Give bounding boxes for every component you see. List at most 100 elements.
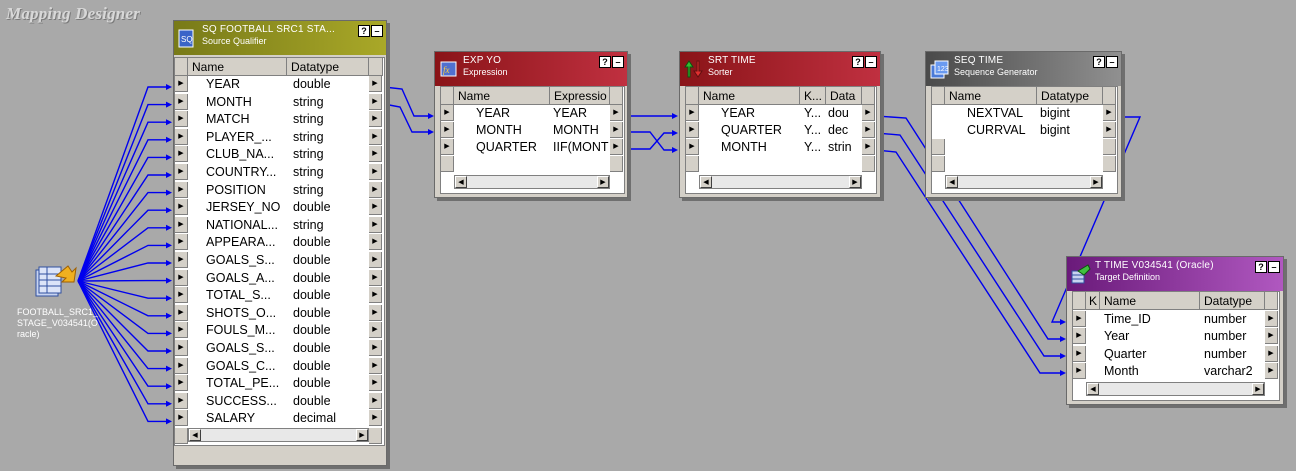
sq-port-row[interactable]: ▶ MATCH string ▶: [175, 111, 383, 128]
output-port-arrow-icon[interactable]: ▶: [1265, 311, 1278, 327]
input-port-arrow-icon[interactable]: ▶: [441, 122, 454, 138]
input-port-arrow-icon[interactable]: ▶: [175, 375, 188, 392]
sq-port-row[interactable]: ▶ GOALS_S... double ▶: [175, 340, 383, 357]
output-port-arrow-icon[interactable]: ▶: [369, 322, 382, 339]
output-port-arrow-icon[interactable]: ▶: [369, 216, 382, 233]
tgt-port-row[interactable]: ▶ Quarter number ▶: [1073, 345, 1278, 363]
input-port-arrow-icon[interactable]: ▶: [175, 304, 188, 321]
seq-col-name[interactable]: Name: [945, 87, 1037, 105]
input-port-arrow-icon[interactable]: ▶: [1073, 345, 1086, 362]
sq-port-row[interactable]: ▶ PLAYER_... string ▶: [175, 128, 383, 146]
sq-port-row[interactable]: ▶ SUCCESS... double ▶: [175, 392, 383, 410]
sorter-transformation[interactable]: SRT TIME Sorter ? – Name K... Data ▶ YEAR Y…: [679, 51, 881, 198]
output-port-arrow-icon[interactable]: ▶: [369, 340, 382, 356]
input-port-arrow-icon[interactable]: ▶: [175, 181, 188, 198]
seq-header[interactable]: 123 SEQ TIME Sequence Generator ? –: [926, 52, 1121, 86]
input-port-arrow-icon[interactable]: ▶: [175, 392, 188, 409]
output-port-arrow-icon[interactable]: ▶: [1103, 105, 1116, 121]
output-port-arrow-icon[interactable]: ▶: [862, 139, 875, 155]
minimize-button[interactable]: –: [612, 56, 624, 68]
seq-col-datatype[interactable]: Datatype: [1037, 87, 1103, 105]
exp-header[interactable]: fx EXP YO Expression ? –: [435, 52, 627, 86]
tgt-port-row[interactable]: ▶ Month varchar2 ▶: [1073, 363, 1278, 380]
output-port-arrow-icon[interactable]: ▶: [1265, 345, 1278, 362]
exp-col-name[interactable]: Name: [454, 87, 550, 105]
mapping-canvas[interactable]: Mapping Designer FOOTBALL_SRC1_STAGE_V03…: [0, 0, 1296, 471]
sq-port-row[interactable]: ▶ FOULS_M... double ▶: [175, 322, 383, 339]
target-definition[interactable]: T TIME V034541 (Oracle) Target Definitio…: [1066, 256, 1284, 405]
sq-col-name[interactable]: Name: [188, 58, 287, 76]
sq-port-row[interactable]: ▶ NATIONAL... string ▶: [175, 216, 383, 234]
input-port-arrow-icon[interactable]: ▶: [1073, 363, 1086, 380]
sq-port-row[interactable]: ▶ TOTAL_PE... double ▶: [175, 375, 383, 392]
output-port-arrow-icon[interactable]: ▶: [610, 122, 623, 138]
input-port-arrow-icon[interactable]: ▶: [686, 105, 699, 121]
sq-port-row[interactable]: ▶ JERSEY_NO double ▶: [175, 199, 383, 216]
sq-hscrollbar[interactable]: ◀ ▶: [188, 428, 369, 442]
tgt-hscrollbar[interactable]: ◀ ▶: [1086, 382, 1265, 396]
srt-col-datatype[interactable]: Data: [826, 87, 862, 105]
output-port-arrow-icon[interactable]: ▶: [369, 76, 382, 92]
input-port-arrow-icon[interactable]: ▶: [175, 357, 188, 374]
input-port-arrow-icon[interactable]: ▶: [686, 139, 699, 155]
output-port-arrow-icon[interactable]: ▶: [610, 105, 623, 121]
sq-port-row[interactable]: ▶ POSITION string ▶: [175, 181, 383, 199]
output-port-arrow-icon[interactable]: ▶: [369, 111, 382, 128]
sq-port-row[interactable]: ▶ GOALS_S... double ▶: [175, 252, 383, 269]
output-port-arrow-icon[interactable]: ▶: [369, 269, 382, 286]
help-button[interactable]: ?: [599, 56, 611, 68]
srt-header[interactable]: SRT TIME Sorter ? –: [680, 52, 880, 86]
minimize-button[interactable]: –: [1106, 56, 1118, 68]
exp-port-row[interactable]: ▶ QUARTER IIF(MONT ▶: [441, 139, 623, 156]
input-port-arrow-icon[interactable]: ▶: [441, 105, 454, 121]
input-port-arrow-icon[interactable]: ▶: [175, 269, 188, 286]
seq-port-grid[interactable]: Name Datatype NEXTVAL bigint ▶ CURRVAL bigin…: [931, 86, 1118, 194]
sq-port-row[interactable]: ▶ TOTAL_S... double ▶: [175, 287, 383, 304]
exp-port-row[interactable]: ▶ YEAR YEAR ▶: [441, 105, 623, 122]
srt-port-row[interactable]: ▶ QUARTER Y... dec ▶: [686, 122, 875, 139]
exp-port-grid[interactable]: Name Expressio ▶ YEAR YEAR ▶ ▶ MONTH MONTH ▶ ▶ QU…: [440, 86, 625, 194]
exp-hscrollbar[interactable]: ◀ ▶: [454, 175, 610, 189]
output-port-arrow-icon[interactable]: ▶: [369, 93, 382, 110]
tgt-port-row[interactable]: ▶ Year number ▶: [1073, 328, 1278, 345]
srt-port-row[interactable]: ▶ MONTH Y... strin ▶: [686, 139, 875, 156]
seq-port-row[interactable]: NEXTVAL bigint ▶: [932, 105, 1116, 122]
sq-port-row[interactable]: ▶ YEAR double ▶: [175, 76, 383, 93]
input-port-arrow-icon[interactable]: ▶: [175, 287, 188, 304]
input-port-arrow-icon[interactable]: ▶: [175, 322, 188, 339]
help-button[interactable]: ?: [1255, 261, 1267, 273]
input-port-arrow-icon[interactable]: ▶: [175, 410, 188, 427]
output-port-arrow-icon[interactable]: ▶: [369, 410, 382, 427]
sq-port-row[interactable]: ▶ APPEARA... double ▶: [175, 234, 383, 251]
output-port-arrow-icon[interactable]: ▶: [1265, 328, 1278, 345]
tgt-header[interactable]: T TIME V034541 (Oracle) Target Definitio…: [1067, 257, 1283, 291]
srt-col-key[interactable]: K...: [800, 87, 826, 105]
tgt-col-name[interactable]: Name: [1100, 292, 1200, 310]
sq-port-row[interactable]: ▶ MONTH string ▶: [175, 93, 383, 111]
output-port-arrow-icon[interactable]: ▶: [369, 252, 382, 268]
sq-header[interactable]: SQ SQ FOOTBALL SRC1 STA... Source Qualif…: [174, 21, 386, 55]
output-port-arrow-icon[interactable]: ▶: [369, 234, 382, 251]
output-port-arrow-icon[interactable]: ▶: [369, 357, 382, 374]
output-port-arrow-icon[interactable]: ▶: [369, 181, 382, 198]
minimize-button[interactable]: –: [1268, 261, 1280, 273]
tgt-port-row[interactable]: ▶ Time_ID number ▶: [1073, 311, 1278, 328]
source-definition-icon[interactable]: [34, 262, 78, 300]
sq-port-grid[interactable]: Name Datatype ▶ YEAR double ▶ ▶ MONTH string ▶ ▶…: [174, 57, 385, 446]
output-port-arrow-icon[interactable]: ▶: [862, 122, 875, 138]
sq-port-row[interactable]: ▶ CLUB_NA... string ▶: [175, 146, 383, 163]
output-port-arrow-icon[interactable]: ▶: [369, 199, 382, 216]
output-port-arrow-icon[interactable]: ▶: [369, 287, 382, 304]
input-port-arrow-icon[interactable]: ▶: [686, 122, 699, 138]
input-port-arrow-icon[interactable]: ▶: [175, 146, 188, 163]
sq-port-row[interactable]: ▶ GOALS_A... double ▶: [175, 269, 383, 287]
sq-port-row[interactable]: ▶ GOALS_C... double ▶: [175, 357, 383, 375]
srt-port-grid[interactable]: Name K... Data ▶ YEAR Y... dou ▶ ▶ QUARTER Y...…: [685, 86, 877, 194]
sq-port-row[interactable]: ▶ COUNTRY... string ▶: [175, 164, 383, 181]
sq-port-row[interactable]: ▶ SALARY decimal ▶: [175, 410, 383, 427]
output-port-arrow-icon[interactable]: ▶: [369, 304, 382, 321]
exp-port-row[interactable]: ▶ MONTH MONTH ▶: [441, 122, 623, 139]
tgt-col-datatype[interactable]: Datatype: [1200, 292, 1265, 310]
expression-transformation[interactable]: fx EXP YO Expression ? – Name Expressio ▶…: [434, 51, 628, 198]
output-port-arrow-icon[interactable]: ▶: [369, 146, 382, 163]
